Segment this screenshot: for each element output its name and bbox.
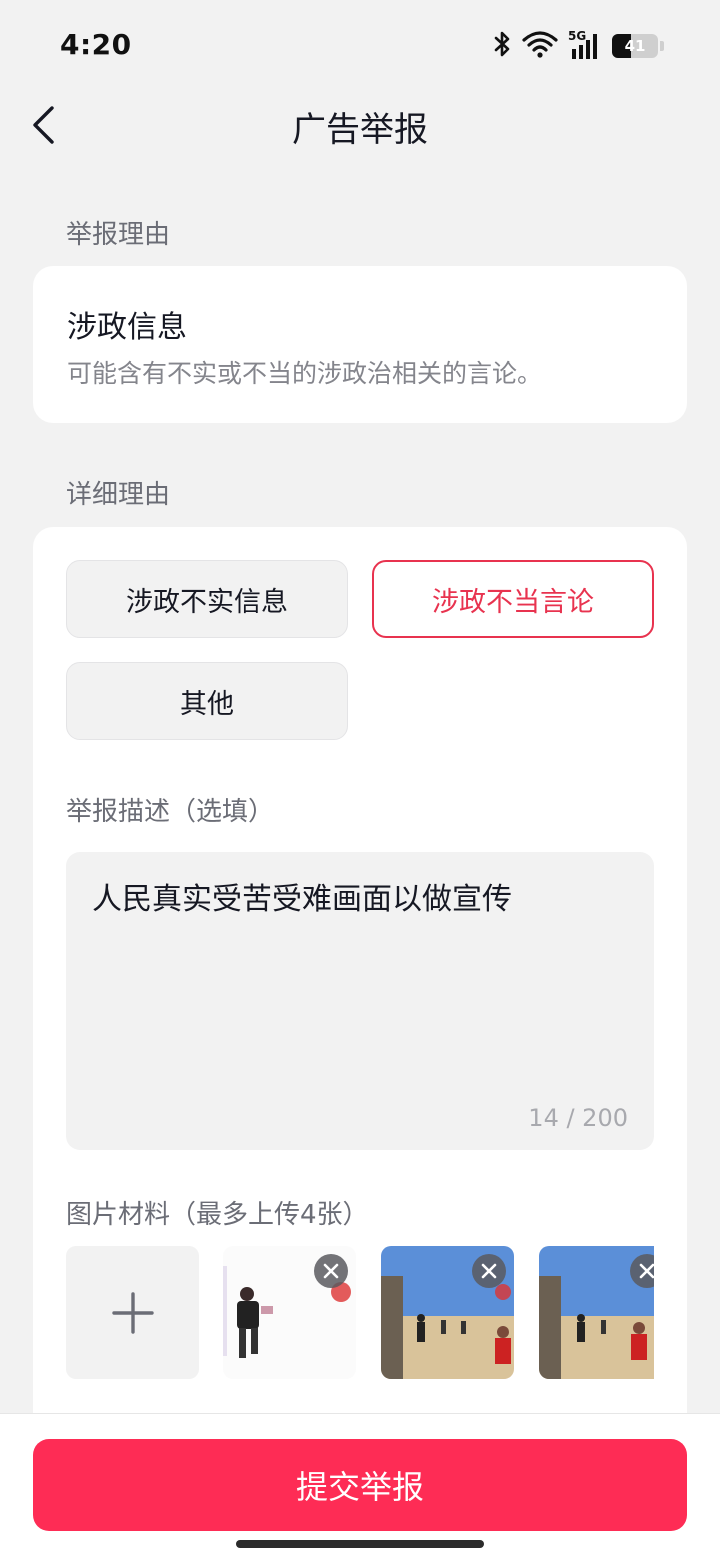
image-thumbnail[interactable] <box>223 1246 356 1379</box>
battery-level: 41 <box>624 37 646 55</box>
description-textarea[interactable]: 人民真实受苦受难画面以做宣传 14 / 200 <box>66 852 654 1150</box>
bottom-bar: 提交举报 <box>0 1413 720 1563</box>
option-chip-selected[interactable]: 涉政不当言论 <box>372 560 654 638</box>
bluetooth-icon <box>494 30 512 62</box>
detail-card: 涉政不实信息 涉政不当言论 其他 举报描述（选填） 人民真实受苦受难画面以做宣传… <box>33 527 687 1447</box>
add-image-button[interactable] <box>66 1246 199 1379</box>
home-indicator <box>236 1540 484 1548</box>
char-counter: 14 / 200 <box>528 1104 628 1132</box>
close-icon <box>639 1263 654 1279</box>
reason-card: 涉政信息 可能含有不实或不当的涉政治相关的言论。 <box>33 266 687 423</box>
reason-section-label: 举报理由 <box>66 220 171 250</box>
page-title: 广告举报 <box>292 110 428 150</box>
status-bar: 4:20 5G 41 <box>0 0 720 92</box>
header: 广告举报 <box>0 92 720 158</box>
wifi-icon <box>522 30 558 62</box>
image-list <box>66 1246 654 1380</box>
images-label: 图片材料（最多上传4张） <box>66 1200 369 1230</box>
description-value: 人民真实受苦受难画面以做宣传 <box>92 882 512 917</box>
option-chip[interactable]: 涉政不实信息 <box>66 560 348 638</box>
image-thumbnail[interactable] <box>381 1246 514 1379</box>
reason-description: 可能含有不实或不当的涉政治相关的言论。 <box>67 359 543 388</box>
submit-report-button[interactable]: 提交举报 <box>33 1439 687 1531</box>
plus-icon <box>111 1291 154 1334</box>
remove-image-button[interactable] <box>472 1254 506 1288</box>
remove-image-button[interactable] <box>314 1254 348 1288</box>
detail-section-label: 详细理由 <box>66 480 171 510</box>
option-chip[interactable]: 其他 <box>66 662 348 740</box>
close-icon <box>323 1263 339 1279</box>
close-icon <box>481 1263 497 1279</box>
status-time: 4:20 <box>60 28 132 61</box>
description-label: 举报描述（选填） <box>66 797 275 827</box>
status-icons: 5G 41 <box>494 29 664 62</box>
image-thumbnail[interactable] <box>539 1246 654 1379</box>
reason-title: 涉政信息 <box>67 310 187 345</box>
battery-cap <box>660 41 664 51</box>
battery-icon: 41 <box>612 34 658 58</box>
signal-icon: 5G <box>568 29 602 61</box>
